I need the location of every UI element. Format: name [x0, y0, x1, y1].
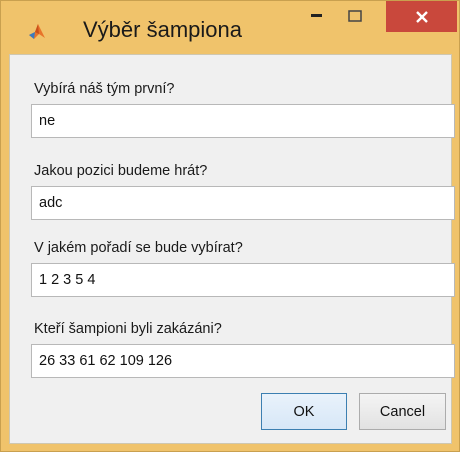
matlab-logo-icon: [29, 24, 45, 39]
cancel-button[interactable]: Cancel: [359, 393, 446, 430]
window-title: Výběr šampiona: [83, 17, 242, 42]
maximize-button[interactable]: [332, 1, 377, 31]
close-icon: [415, 10, 428, 23]
field-label-position: Jakou pozici budeme hrát?: [34, 163, 208, 179]
ok-button[interactable]: OK: [261, 393, 347, 430]
field-label-pick-order: V jakém pořadí se bude vybírat?: [34, 240, 243, 256]
dialog-body: Vybírá náš tým první? Jakou pozici budem…: [9, 54, 455, 444]
title-bar[interactable]: Výběr šampiona: [1, 1, 459, 53]
close-button[interactable]: [386, 1, 457, 32]
minimize-button[interactable]: [302, 1, 332, 31]
field-label-first-pick: Vybírá náš tým první?: [34, 81, 175, 97]
maximize-icon: [347, 10, 362, 22]
dialog-window: Výběr šampiona Vybírá náš tým první? Jak…: [0, 0, 460, 452]
position-input[interactable]: [31, 186, 455, 220]
first-pick-input[interactable]: [31, 104, 455, 138]
pick-order-input[interactable]: [31, 263, 455, 297]
field-label-banned-champions: Kteří šampioni byli zakázáni?: [34, 321, 222, 337]
minimize-icon: [311, 14, 322, 17]
banned-champions-input[interactable]: [31, 344, 455, 378]
